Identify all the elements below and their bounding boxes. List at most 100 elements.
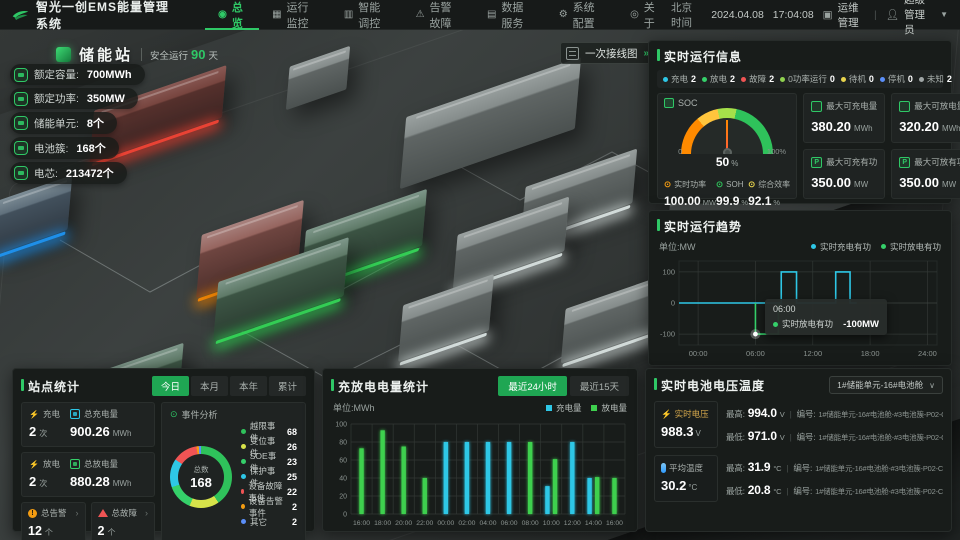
energy-bar-chart: 02040608010016:0018:0020:0022:0000:0002:…: [329, 416, 631, 528]
soc-value: 50%: [664, 153, 790, 171]
brand-swoosh-icon: [12, 8, 29, 22]
alarm-bell-icon: !: [28, 509, 37, 518]
range-button[interactable]: 最近24小时: [498, 376, 567, 396]
svg-text:00:00: 00:00: [437, 520, 454, 527]
total-alarm-card[interactable]: ! 总告警 › 12个: [21, 502, 86, 540]
card-value: 380.20MWh: [811, 118, 877, 136]
legend-dot-icon: [241, 504, 245, 509]
nav-item[interactable]: ◎ 关于: [617, 0, 671, 30]
station-name: 储能站: [79, 44, 133, 65]
nav-item-icon: ▦: [272, 9, 281, 20]
legend-dot-icon: [881, 244, 886, 249]
metric-label: 综合效率: [758, 179, 790, 190]
chevron-down-icon: ▼: [940, 10, 948, 19]
nav-item[interactable]: ▦ 运行监控: [259, 0, 331, 30]
wiring-diagram-button[interactable]: 一次接线图 »: [560, 42, 658, 64]
nav-item[interactable]: ◉ 总览: [205, 0, 259, 30]
legend-item[interactable]: 放电量: [591, 402, 627, 414]
chevron-right-icon: ›: [76, 508, 79, 518]
period-tabs: 今日 本月 本年 累计: [152, 376, 306, 396]
alarm-fault-row: ! 总告警 › 12个 总故障 › 2个: [21, 502, 155, 540]
station-cube-icon: [56, 47, 71, 62]
svg-text:06:00: 06:00: [501, 520, 518, 527]
voltage-icon: ⚡: [661, 409, 672, 420]
bars-legend: 充电量 放电量: [546, 402, 627, 414]
stat-value: 168个: [76, 140, 105, 156]
metric-label-row: ⊙ 实时功率: [664, 179, 716, 190]
app-title: 智光一创EMS能量管理系统: [36, 0, 171, 32]
legend-dot-icon: [241, 519, 246, 524]
period-tab[interactable]: 本月: [191, 376, 228, 396]
user-menu[interactable]: 👤︎ 超级管理员 ▼: [886, 0, 948, 37]
metric-value: 92.1%: [748, 192, 790, 210]
battery-unit-select[interactable]: 1#储能单元-16#电池舱 ∨: [829, 376, 943, 394]
station-header: 储能站 安全运行90天: [56, 44, 218, 65]
capability-cards: 最大可充电量 380.20MWh 最大可放电量 320.20MWh: [803, 93, 960, 199]
nav-item-icon: ◎: [630, 9, 639, 20]
svg-text:12:00: 12:00: [564, 520, 581, 527]
svg-text:00:00: 00:00: [689, 349, 708, 358]
panel-header: 实时电池电压温度 1#储能单元-16#电池舱 ∨: [646, 369, 951, 394]
period-tab[interactable]: 今日: [152, 376, 189, 396]
nav-item[interactable]: ▥ 智能调控: [331, 0, 403, 30]
svg-text:16:00: 16:00: [606, 520, 623, 527]
svg-text:0: 0: [671, 299, 675, 308]
station-stat-pill: 电芯: 213472个: [10, 162, 127, 184]
legend-dot-icon: [241, 444, 246, 449]
nav-item-icon: ⚙: [559, 9, 568, 20]
donut-center: 总数 168: [178, 454, 224, 500]
card-value: 350.00MW: [899, 174, 960, 192]
legend-item[interactable]: 充电量: [546, 402, 582, 414]
svg-text:24:00: 24:00: [918, 349, 937, 358]
period-tab[interactable]: 本年: [230, 376, 267, 396]
svg-text:60: 60: [339, 458, 347, 465]
range-button[interactable]: 最近15天: [570, 376, 629, 396]
svg-text:14:00: 14:00: [585, 520, 602, 527]
stat-value: 700MWh: [87, 69, 132, 81]
nav-item[interactable]: ▤ 数据服务: [474, 0, 546, 30]
status-label: 0功率运行: [788, 73, 827, 85]
card-label: 最大可充有功: [826, 156, 877, 168]
status-dot-icon: [702, 77, 707, 82]
capability-card: 最大可放电量 320.20MWh: [891, 93, 960, 143]
realtime-info-panel: 实时运行信息 充电 2 放电 2 故障 2: [648, 40, 952, 204]
svg-text:06:00: 06:00: [746, 349, 765, 358]
stat-value: 8个: [87, 115, 104, 131]
ops-manage-button[interactable]: ▣ 运维管理: [823, 0, 865, 30]
svg-text:100: 100: [335, 422, 347, 429]
divider: |: [874, 9, 877, 21]
nav-item[interactable]: ⚙ 系统配置: [546, 0, 617, 30]
status-legend-row: 充电 2 放电 2 故障 2 0功率运行 0: [657, 70, 943, 88]
event-legend-item[interactable]: 设备告警事件 2: [241, 499, 297, 514]
legend-item[interactable]: 实时充电有功: [811, 241, 871, 253]
battery-voltage-temp-panel: 实时电池电压温度 1#储能单元-16#电池舱 ∨ ⚡ 实时电压 988.3V 最…: [645, 368, 952, 532]
station-stat-pill: 额定容量: 700MWh: [10, 64, 145, 85]
event-analysis-card: ⊙ 事件分析 总数 168 越限事件: [161, 402, 306, 540]
nav-item-label: 总览: [232, 0, 246, 31]
timezone-label: 北京时间: [671, 0, 702, 30]
status-dot-icon: [780, 77, 785, 82]
status-count: 2: [947, 74, 952, 84]
temperature-block: 平均温度 30.2°C 最高:31.9°C | 编号:1#储能单元-16#电池舱…: [654, 455, 943, 502]
legend-dot-icon: [241, 474, 246, 479]
period-tab[interactable]: 累计: [269, 376, 306, 396]
user-icon: 👤︎: [886, 8, 899, 21]
panel-header: 充放电电量统计 最近24小时 最近15天: [323, 369, 637, 396]
legend-item[interactable]: 实时放电有功: [881, 241, 941, 253]
svg-text:20:00: 20:00: [395, 520, 412, 527]
nav-item[interactable]: ⚠ 告警故障: [403, 0, 474, 30]
voltage-tile: ⚡ 实时电压 988.3V: [654, 401, 718, 448]
nav-item-label: 告警故障: [430, 0, 461, 31]
chevron-right-icon: ›: [145, 508, 148, 518]
discharge-stat-card: ⚡放电 2次 总放电量 880.28MWh: [21, 452, 155, 497]
svg-text:04:00: 04:00: [479, 520, 496, 527]
battery-icon: [14, 68, 28, 82]
chevron-down-icon: ∨: [929, 381, 935, 390]
panel-header: 实时运行信息: [649, 41, 951, 65]
battery-icon: [70, 409, 80, 419]
svg-text:80: 80: [339, 440, 347, 447]
metric-label-row: ⊙ SOH: [716, 179, 748, 190]
total-fault-card[interactable]: 总故障 › 2个: [91, 502, 156, 540]
status-dot-icon: [919, 77, 924, 82]
realtime-trend-panel: 实时运行趋势 单位:MW 实时充电有功 实时放电有功 00:0006:0012:: [648, 210, 952, 366]
